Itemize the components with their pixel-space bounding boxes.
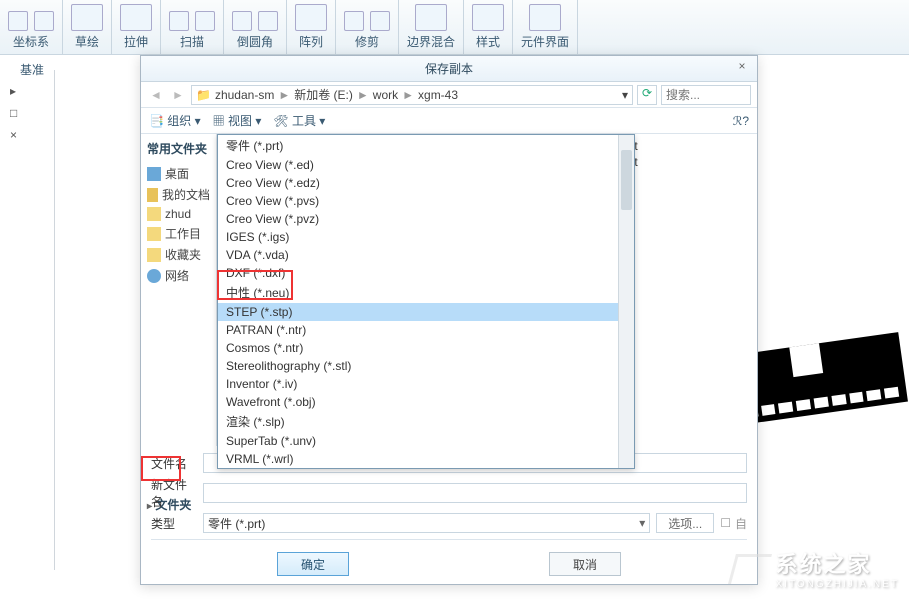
dialog-title: 保存副本 xyxy=(425,60,473,77)
desktop-icon xyxy=(147,167,161,181)
type-option[interactable]: Creo View (*.pvs) xyxy=(218,192,634,210)
ribbon-group: 边界混合 xyxy=(407,33,455,50)
ribbon-group: 草绘 xyxy=(75,33,99,50)
type-option[interactable]: SuperTab (*.unv) xyxy=(218,432,634,450)
sidebar-item-workdir[interactable]: 工作目 xyxy=(147,223,210,244)
options-button[interactable]: 选项... xyxy=(656,513,714,533)
type-option[interactable]: Cosmos (*.ntr) xyxy=(218,339,634,357)
path-dropdown-icon[interactable]: ▾ xyxy=(622,88,628,102)
file-type-dropdown[interactable]: 零件 (*.prt)Creo View (*.ed)Creo View (*.e… xyxy=(217,134,635,469)
watermark-logo-icon xyxy=(727,554,771,584)
tool-row: 📑 组织 ▾ ▦ 视图 ▾ 🛠 工具 ▾ ℛ? xyxy=(141,108,757,134)
chevron-down-icon: ▾ xyxy=(639,516,645,530)
type-option[interactable]: STEP (*.stp) xyxy=(218,303,634,321)
sidebar: 常用文件夹 桌面 我的文档 zhud 工作目 收藏夹 网络 ▸ 文件夹 xyxy=(141,134,217,446)
close-icon[interactable]: × xyxy=(733,59,751,77)
ribbon-group: 扫描 xyxy=(180,33,204,50)
type-option[interactable]: Wavefront (*.obj) xyxy=(218,393,634,411)
breadcrumb[interactable]: 📁 zhudan-sm► 新加卷 (E:)► work► xgm-43 ▾ xyxy=(191,85,633,105)
sidebar-item-network[interactable]: 网络 xyxy=(147,265,210,286)
crumb[interactable]: zhudan-sm xyxy=(215,88,274,102)
ribbon-group: 样式 xyxy=(476,33,500,50)
type-combo[interactable]: 零件 (*.prt) ▾ xyxy=(203,513,650,533)
crumb[interactable]: work xyxy=(373,88,398,102)
help-icon[interactable]: ℛ? xyxy=(733,114,749,128)
ribbon-group: 倒圆角 xyxy=(237,33,273,50)
newname-input[interactable] xyxy=(203,483,747,503)
tools-button[interactable]: 🛠 工具 ▾ xyxy=(273,112,325,129)
type-option[interactable]: Inventor (*.iv) xyxy=(218,375,634,393)
cancel-button[interactable]: 取消 xyxy=(549,552,621,576)
sidebar-item-desktop[interactable]: 桌面 xyxy=(147,163,210,184)
documents-icon xyxy=(147,188,158,202)
sidebar-item-favorites[interactable]: 收藏夹 xyxy=(147,244,210,265)
type-option[interactable]: Creo View (*.edz) xyxy=(218,174,634,192)
type-option[interactable]: DWG (*.dwg) xyxy=(218,468,634,469)
view-button[interactable]: ▦ 视图 ▾ xyxy=(213,112,262,129)
type-option[interactable]: 零件 (*.prt) xyxy=(218,135,634,156)
type-option[interactable]: Creo View (*.pvz) xyxy=(218,210,634,228)
ribbon-group: 修剪 xyxy=(355,33,379,50)
crumb[interactable]: xgm-43 xyxy=(418,88,458,102)
organize-button[interactable]: 📑 组织 ▾ xyxy=(149,112,201,129)
ribbon: 坐标系 草绘 拉伸 扫描 倒圆角 阵列 修剪 边界混合 样式 元件界面 xyxy=(0,0,909,55)
newname-label: 新文件名 xyxy=(151,476,197,510)
dialog-titlebar: 保存副本 × xyxy=(141,56,757,82)
type-option[interactable]: Stereolithography (*.stl) xyxy=(218,357,634,375)
sidebar-header: 常用文件夹 xyxy=(147,140,210,157)
dropdown-scrollbar[interactable] xyxy=(618,135,634,468)
ribbon-group: 阵列 xyxy=(299,33,323,50)
refresh-icon[interactable]: ⟳ xyxy=(637,85,657,105)
file-list-area: be-bq30155f-62_2.prtbso-3_5m3-10-zc_8.pr… xyxy=(217,134,757,446)
type-value: 零件 (*.prt) xyxy=(208,515,265,532)
sidebar-item-documents[interactable]: 我的文档 xyxy=(147,184,210,205)
folder-icon xyxy=(147,227,161,241)
type-option[interactable]: IGES (*.igs) xyxy=(218,228,634,246)
ok-button[interactable]: 确定 xyxy=(277,552,349,576)
folder-icon xyxy=(147,207,161,221)
type-option[interactable]: Creo View (*.ed) xyxy=(218,156,634,174)
type-label: 类型 xyxy=(151,515,197,532)
type-option[interactable]: 中性 (*.neu) xyxy=(218,282,634,303)
left-tree-panel: ▸□× xyxy=(0,70,55,570)
nav-forward-icon[interactable]: ► xyxy=(169,86,187,104)
type-option[interactable]: VDA (*.vda) xyxy=(218,246,634,264)
auto-checkbox[interactable]: ☐自 xyxy=(720,515,747,532)
ribbon-group: 元件界面 xyxy=(521,33,569,50)
watermark: 系统之家 XITONGZHIJIA.NET xyxy=(732,547,900,590)
search-input[interactable] xyxy=(661,85,751,105)
type-option[interactable]: PATRAN (*.ntr) xyxy=(218,321,634,339)
save-copy-dialog: 保存副本 × ◄ ► 📁 zhudan-sm► 新加卷 (E:)► work► … xyxy=(140,55,758,585)
filename-label: 文件名 xyxy=(151,455,197,472)
ribbon-group: 拉伸 xyxy=(124,33,148,50)
crumb[interactable]: 新加卷 (E:) xyxy=(294,86,353,103)
type-option[interactable]: 渲染 (*.slp) xyxy=(218,411,634,432)
sidebar-item-folder[interactable]: zhud xyxy=(147,205,210,223)
type-option[interactable]: DXF (*.dxf) xyxy=(218,264,634,282)
network-icon xyxy=(147,269,161,283)
favorites-icon xyxy=(147,248,161,262)
ribbon-group: 坐标系 xyxy=(13,33,49,50)
nav-row: ◄ ► 📁 zhudan-sm► 新加卷 (E:)► work► xgm-43 … xyxy=(141,82,757,108)
nav-back-icon[interactable]: ◄ xyxy=(147,86,165,104)
type-option[interactable]: VRML (*.wrl) xyxy=(218,450,634,468)
